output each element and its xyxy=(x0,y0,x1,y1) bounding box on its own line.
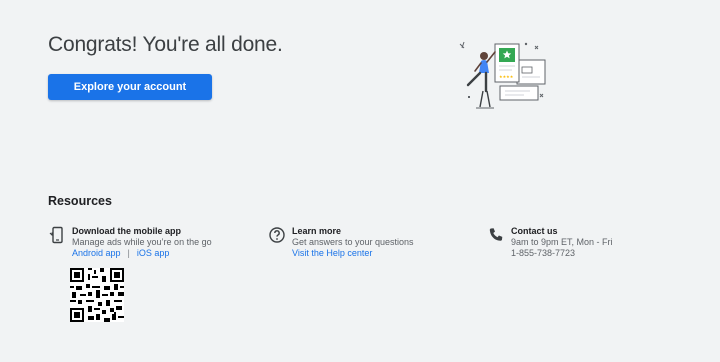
resource-mobile-app: Download the mobile app Manage ads while… xyxy=(48,225,212,259)
svg-text:★★★★: ★★★★ xyxy=(499,74,514,79)
resource-contact-us: Contact us 9am to 9pm ET, Mon - Fri 1-85… xyxy=(487,225,613,259)
explore-account-button[interactable]: Explore your account xyxy=(48,74,212,100)
help-circle-icon xyxy=(269,227,285,243)
contact-hours: 9am to 9pm ET, Mon - Fri xyxy=(511,237,613,247)
resource-learn-more: Learn more Get answers to your questions… xyxy=(268,225,414,259)
page-headline: Congrats! You're all done. xyxy=(48,33,283,56)
celebration-illustration: ★★★★ xyxy=(459,41,546,109)
resources-heading: Resources xyxy=(48,194,112,208)
learn-more-description: Get answers to your questions xyxy=(292,237,414,247)
phone-icon xyxy=(49,226,63,244)
android-app-link[interactable]: Android app xyxy=(72,248,121,258)
learn-more-heading: Learn more xyxy=(292,226,342,236)
ios-app-link[interactable]: iOS app xyxy=(137,248,170,258)
help-center-link[interactable]: Visit the Help center xyxy=(292,248,372,258)
mobile-app-heading: Download the mobile app xyxy=(72,226,182,236)
phone-handset-icon xyxy=(489,228,503,241)
qr-code xyxy=(70,268,124,322)
mobile-app-description: Manage ads while you’re on the go xyxy=(72,237,212,247)
contact-phone-number[interactable]: 1-855-738-7723 xyxy=(511,248,613,259)
contact-us-heading: Contact us xyxy=(511,226,558,236)
link-separator: | xyxy=(127,248,130,258)
